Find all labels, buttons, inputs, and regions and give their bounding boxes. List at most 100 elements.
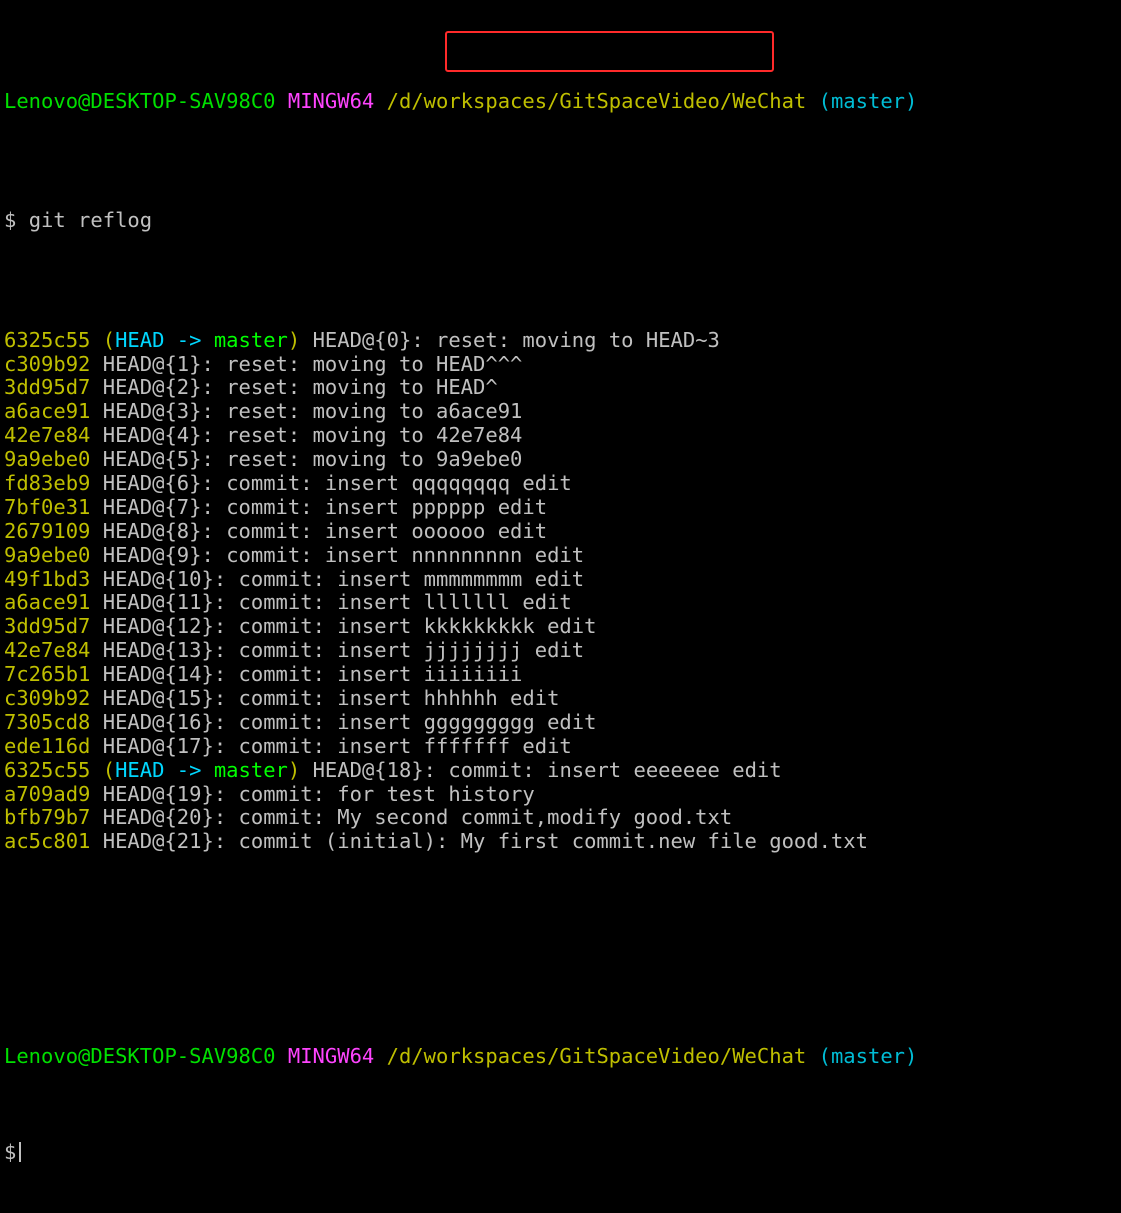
reflog-selector: HEAD@{3}: bbox=[102, 399, 214, 424]
reflog-selector: HEAD@{12}: bbox=[102, 614, 227, 639]
reflog-message: commit: insert kkkkkkkkk edit bbox=[238, 614, 597, 639]
reflog-selector: HEAD@{15}: bbox=[102, 686, 227, 711]
terminal-window[interactable]: Lenovo@DESKTOP-SAV98C0 MINGW64 /d/worksp… bbox=[4, 0, 1117, 1213]
reflog-message: commit: insert eeeeeee edit bbox=[448, 757, 782, 782]
branch-name: master bbox=[213, 757, 288, 782]
commit-hash: a6ace91 bbox=[4, 399, 91, 424]
reflog-selector: HEAD@{0}: bbox=[312, 327, 424, 352]
commit-hash: 7305cd8 bbox=[4, 709, 91, 734]
commit-hash: 42e7e84 bbox=[4, 638, 91, 663]
prompt-path: /d/workspaces/GitSpaceVideo/WeChat bbox=[386, 88, 807, 113]
reflog-entry: 49f1bd3 HEAD@{10}: commit: insert mmmmmm… bbox=[4, 566, 1117, 592]
reflog-message: commit: insert hhhhhh edit bbox=[238, 686, 560, 711]
reflog-message: commit: insert ggggggggg edit bbox=[238, 709, 597, 734]
reflog-entry: ac5c801 HEAD@{21}: commit (initial): My … bbox=[4, 829, 1117, 854]
decoration-arrow: -> bbox=[164, 757, 214, 782]
input-line[interactable]: $ bbox=[4, 1140, 1117, 1165]
reflog-entry: 2679109 HEAD@{8}: commit: insert oooooo … bbox=[4, 518, 1117, 544]
reflog-message: commit (initial): My first commit.new fi… bbox=[238, 829, 868, 854]
head-pointer: HEAD bbox=[115, 757, 165, 782]
reflog-selector: HEAD@{7}: bbox=[102, 494, 214, 519]
decoration-open: ( bbox=[102, 327, 116, 352]
reflog-selector: HEAD@{21}: bbox=[102, 829, 227, 854]
reflog-entry: 7c265b1 HEAD@{14}: commit: insert iiiiii… bbox=[4, 662, 1117, 687]
prompt-system: MINGW64 bbox=[287, 1044, 375, 1069]
prompt-system: MINGW64 bbox=[287, 88, 375, 113]
reflog-message: reset: moving to 42e7e84 bbox=[226, 423, 523, 448]
reflog-selector: HEAD@{9}: bbox=[102, 542, 214, 567]
commit-hash: 49f1bd3 bbox=[4, 566, 91, 591]
reflog-entry: 7305cd8 HEAD@{16}: commit: insert gggggg… bbox=[4, 709, 1117, 735]
reflog-selector: HEAD@{6}: bbox=[102, 471, 214, 495]
commit-hash: 7c265b1 bbox=[4, 662, 91, 687]
reflog-message: commit: insert nnnnnnnnn edit bbox=[226, 542, 585, 567]
commit-hash: a709ad9 bbox=[4, 781, 91, 806]
reflog-message: commit: for test history bbox=[238, 781, 535, 806]
reflog-selector: HEAD@{20}: bbox=[102, 805, 227, 830]
reflog-entry: a6ace91 HEAD@{11}: commit: insert llllll… bbox=[4, 591, 1117, 615]
reflog-message: reset: moving to HEAD~3 bbox=[436, 327, 720, 352]
commit-hash: 7bf0e31 bbox=[4, 494, 91, 519]
prompt-user-host: Lenovo@DESKTOP-SAV98C0 bbox=[4, 1044, 276, 1069]
commit-hash: 3dd95d7 bbox=[4, 614, 91, 639]
reflog-entry: a6ace91 HEAD@{3}: reset: moving to a6ace… bbox=[4, 399, 1117, 424]
prompt-branch: (master) bbox=[818, 88, 918, 113]
reflog-message: commit: My second commit,modify good.txt bbox=[238, 805, 733, 830]
reflog-message: commit: insert pppppp edit bbox=[226, 494, 548, 519]
reflog-message: reset: moving to HEAD^ bbox=[226, 375, 498, 400]
reflog-entry: 42e7e84 HEAD@{13}: commit: insert jjjjjj… bbox=[4, 638, 1117, 663]
reflog-entry: 6325c55 (HEAD -> master) HEAD@{0}: reset… bbox=[4, 327, 1117, 353]
prompt-symbol: $ bbox=[4, 208, 17, 233]
reflog-entry: c309b92 HEAD@{15}: commit: insert hhhhhh… bbox=[4, 686, 1117, 711]
reflog-entry: 3dd95d7 HEAD@{2}: reset: moving to HEAD^ bbox=[4, 375, 1117, 400]
commit-hash: 6325c55 bbox=[4, 327, 91, 352]
prompt-line: Lenovo@DESKTOP-SAV98C0 MINGW64 /d/worksp… bbox=[4, 88, 1117, 114]
reflog-message: commit: insert qqqqqqqq edit bbox=[226, 471, 572, 495]
reflog-selector: HEAD@{10}: bbox=[102, 566, 227, 591]
reflog-entry: 3dd95d7 HEAD@{12}: commit: insert kkkkkk… bbox=[4, 614, 1117, 639]
reflog-entry: fd83eb9 HEAD@{6}: commit: insert qqqqqqq… bbox=[4, 471, 1117, 496]
prompt-branch: (master) bbox=[818, 1044, 918, 1069]
reflog-message: commit: insert oooooo edit bbox=[226, 518, 548, 543]
prompt-symbol: $ bbox=[4, 1140, 17, 1165]
reflog-selector: HEAD@{19}: bbox=[102, 781, 227, 806]
commit-hash: 9a9ebe0 bbox=[4, 542, 91, 567]
text-cursor bbox=[19, 1142, 22, 1163]
commit-hash: a6ace91 bbox=[4, 590, 91, 615]
commit-hash: c309b92 bbox=[4, 351, 91, 376]
commit-hash: bfb79b7 bbox=[4, 805, 91, 830]
reflog-selector: HEAD@{2}: bbox=[102, 375, 214, 400]
commit-hash: 9a9ebe0 bbox=[4, 447, 91, 472]
reflog-selector: HEAD@{13}: bbox=[102, 638, 227, 663]
reflog-selector: HEAD@{8}: bbox=[102, 518, 214, 543]
reflog-message: commit: insert lllllll edit bbox=[238, 590, 572, 615]
commit-hash: 2679109 bbox=[4, 518, 91, 543]
command-text: git reflog bbox=[28, 208, 153, 233]
prompt-line: Lenovo@DESKTOP-SAV98C0 MINGW64 /d/worksp… bbox=[4, 1045, 1117, 1069]
decoration-open: ( bbox=[102, 757, 116, 782]
commit-hash: ac5c801 bbox=[4, 829, 91, 854]
prompt-path: /d/workspaces/GitSpaceVideo/WeChat bbox=[386, 1044, 807, 1069]
commit-hash: 3dd95d7 bbox=[4, 375, 91, 400]
reflog-selector: HEAD@{16}: bbox=[102, 709, 227, 734]
reflog-message: commit: insert fffffff edit bbox=[238, 733, 572, 758]
decoration-arrow: -> bbox=[164, 327, 214, 352]
commit-hash: 6325c55 bbox=[4, 757, 91, 782]
reflog-selector: HEAD@{1}: bbox=[102, 351, 214, 376]
commit-hash: ede116d bbox=[4, 733, 91, 758]
reflog-message: commit: insert jjjjjjjj edit bbox=[238, 638, 585, 663]
reflog-entry: 42e7e84 HEAD@{4}: reset: moving to 42e7e… bbox=[4, 423, 1117, 448]
prompt-user-host: Lenovo@DESKTOP-SAV98C0 bbox=[4, 88, 276, 113]
reflog-message: commit: insert iiiiiiii bbox=[238, 662, 523, 687]
branch-name: master bbox=[213, 327, 288, 352]
reflog-entry: 9a9ebe0 HEAD@{9}: commit: insert nnnnnnn… bbox=[4, 542, 1117, 568]
reflog-message: reset: moving to HEAD^^^ bbox=[226, 351, 523, 376]
reflog-output: 6325c55 (HEAD -> master) HEAD@{0}: reset… bbox=[4, 327, 1117, 855]
reflog-entry: a709ad9 HEAD@{19}: commit: for test hist… bbox=[4, 781, 1117, 807]
reflog-selector: HEAD@{18}: bbox=[312, 757, 437, 782]
decoration-close: ) bbox=[287, 327, 301, 352]
reflog-message: reset: moving to a6ace91 bbox=[226, 399, 523, 424]
reflog-message: reset: moving to 9a9ebe0 bbox=[226, 447, 523, 472]
reflog-entry: 6325c55 (HEAD -> master) HEAD@{18}: comm… bbox=[4, 757, 1117, 783]
